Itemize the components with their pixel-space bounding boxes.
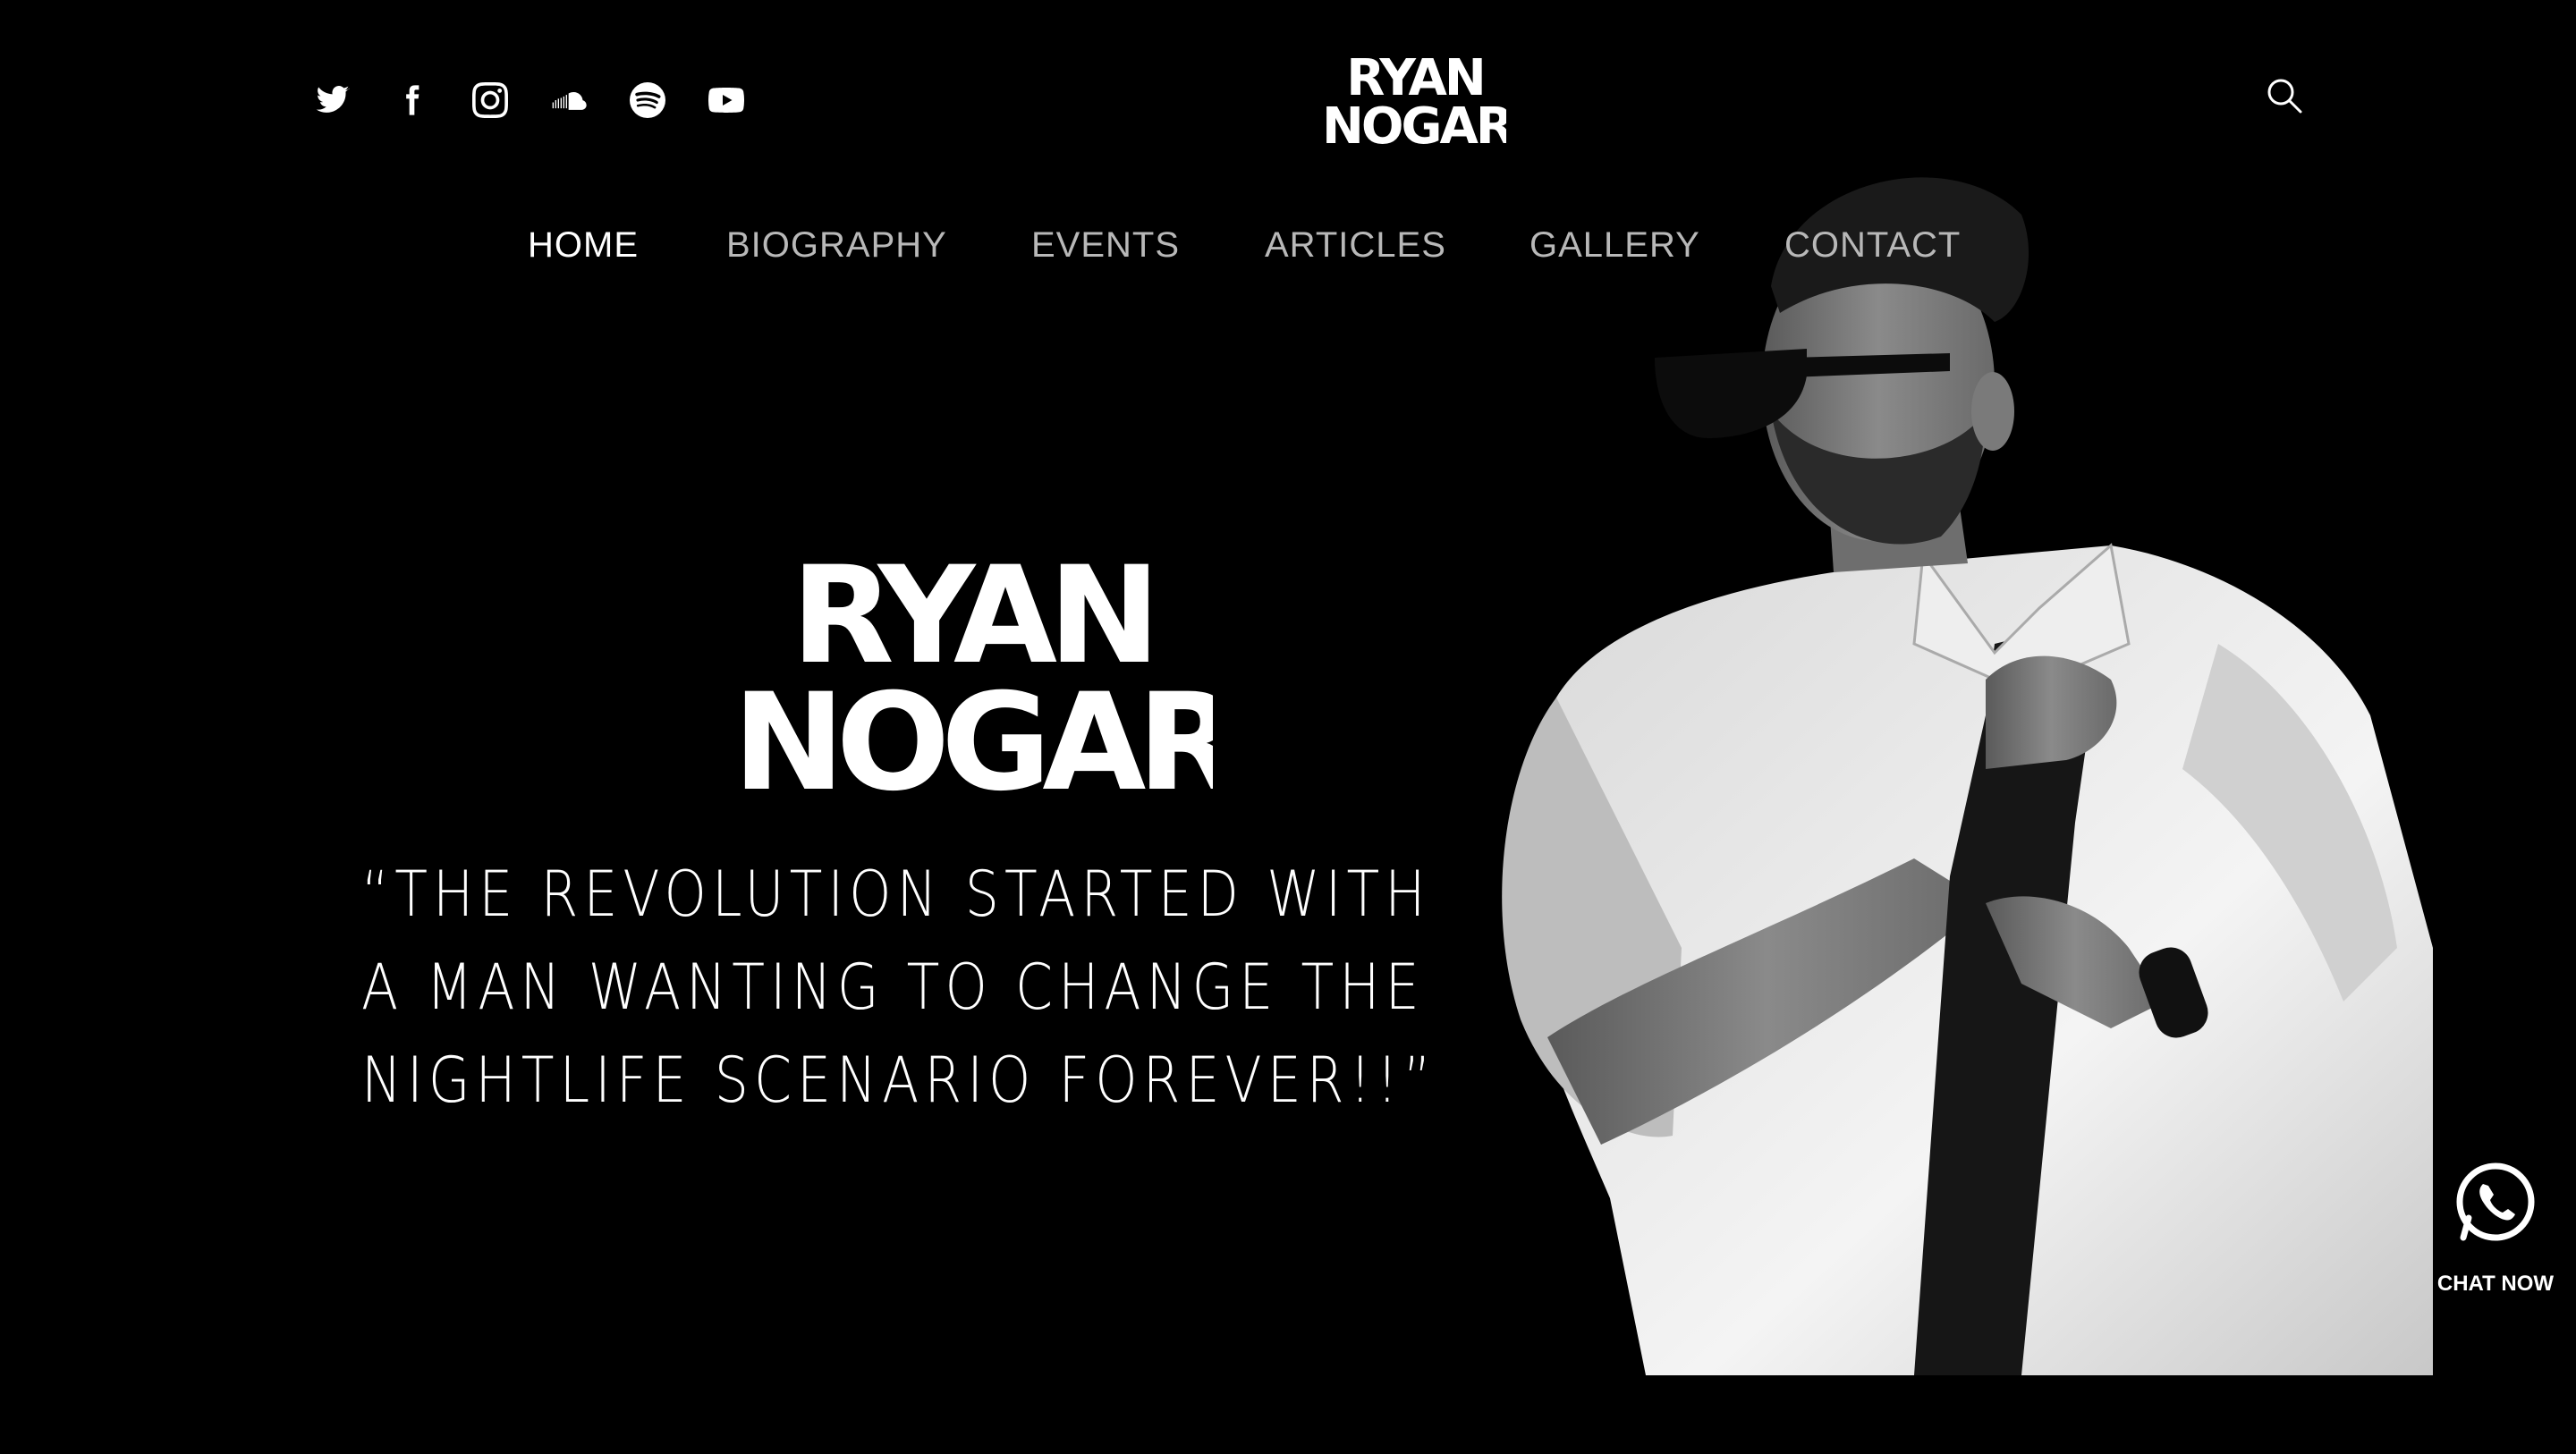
instagram-icon bbox=[472, 82, 508, 118]
hero-logo: RYAN NOGAR bbox=[730, 538, 1247, 821]
chat-now-label: CHAT NOW bbox=[2436, 1272, 2555, 1296]
whatsapp-icon bbox=[2456, 1162, 2535, 1241]
chat-now-button[interactable]: CHAT NOW bbox=[2415, 1159, 2576, 1297]
spotify-link[interactable] bbox=[608, 75, 687, 125]
quote-line: A MAN WANTING TO CHANGE THE bbox=[361, 951, 1425, 1024]
twitter-link[interactable] bbox=[293, 75, 372, 125]
twitter-icon bbox=[316, 86, 350, 113]
nav-articles[interactable]: ARTICLES bbox=[1265, 225, 1446, 266]
search-icon bbox=[2267, 79, 2302, 114]
hero-photo bbox=[1449, 143, 2433, 1375]
main-nav: HOME BIOGRAPHY EVENTS ARTICLES GALLERY C… bbox=[0, 225, 1968, 279]
spotify-icon bbox=[630, 82, 665, 118]
brand-logo-mark: RYAN NOGAR bbox=[1322, 49, 1516, 156]
soundcloud-link[interactable] bbox=[530, 75, 608, 125]
nav-biography[interactable]: BIOGRAPHY bbox=[726, 225, 947, 266]
youtube-icon bbox=[708, 88, 744, 113]
search-button[interactable] bbox=[2263, 75, 2306, 118]
hero-logo-line2: NOGAR bbox=[733, 665, 1213, 794]
facebook-link[interactable] bbox=[372, 75, 451, 125]
top-logo-line2: NOGAR bbox=[1324, 97, 1506, 148]
site-logo[interactable]: RYAN NOGAR bbox=[1322, 49, 1516, 156]
nav-events[interactable]: EVENTS bbox=[1031, 225, 1180, 266]
facebook-icon bbox=[406, 85, 419, 115]
nav-gallery[interactable]: GALLERY bbox=[1530, 225, 1700, 266]
instagram-link[interactable] bbox=[451, 75, 530, 125]
hero-logo-mark: RYAN NOGAR bbox=[733, 538, 1247, 821]
quote-line: NIGHTLIFE SCENARIO FOREVER!!” bbox=[361, 1044, 1437, 1117]
nav-contact[interactable]: CONTACT bbox=[1784, 225, 1961, 266]
hero-quote: “THE REVOLUTION STARTED WITH A MAN WANTI… bbox=[361, 848, 1437, 1127]
soundcloud-icon bbox=[552, 92, 587, 110]
nav-home[interactable]: HOME bbox=[528, 225, 639, 266]
youtube-link[interactable] bbox=[687, 75, 766, 125]
quote-line: “THE REVOLUTION STARTED WITH bbox=[361, 858, 1431, 931]
social-links bbox=[293, 75, 766, 125]
